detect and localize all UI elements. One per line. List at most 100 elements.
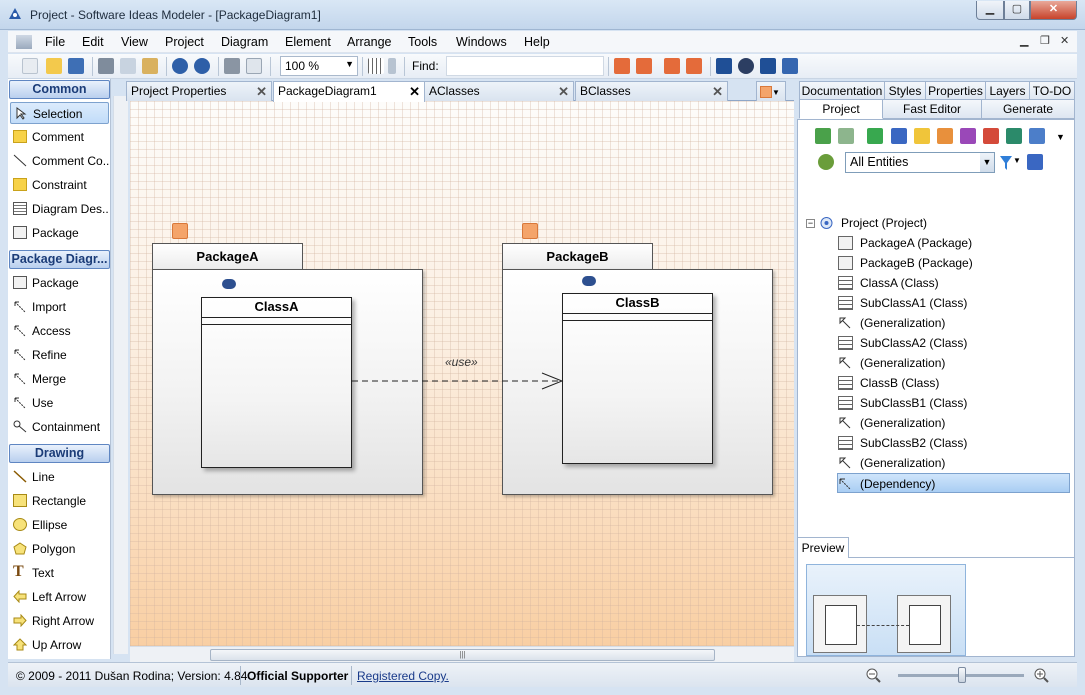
add-diagram-icon[interactable] bbox=[815, 128, 831, 144]
tool-line[interactable]: Line bbox=[10, 466, 109, 488]
undo-icon[interactable] bbox=[172, 58, 188, 74]
tree-options-icon[interactable] bbox=[1027, 154, 1043, 170]
canvas-horizontal-scrollbar[interactable]: ||| bbox=[130, 646, 794, 662]
print-icon[interactable] bbox=[224, 58, 240, 74]
tool-rectangle[interactable]: Rectangle bbox=[10, 490, 109, 512]
new-table-icon[interactable] bbox=[1006, 128, 1022, 144]
tool-comment-connector[interactable]: Comment Co... bbox=[10, 150, 109, 172]
tab-preview[interactable]: Preview bbox=[797, 537, 849, 558]
zoom-out-icon[interactable] bbox=[866, 668, 881, 683]
grid-icon[interactable] bbox=[368, 58, 384, 74]
zoom-slider-thumb[interactable] bbox=[958, 667, 966, 683]
tree-item-package-b[interactable]: PackageB (Package) bbox=[838, 253, 1068, 273]
tool-containment[interactable]: Containment bbox=[10, 416, 109, 438]
tree-item-generalization[interactable]: (Generalization) bbox=[838, 313, 1068, 333]
diagram-preview-thumbnail[interactable] bbox=[806, 564, 966, 656]
save-icon[interactable] bbox=[68, 58, 84, 74]
menu-view[interactable]: View bbox=[121, 35, 148, 49]
tab-generate[interactable]: Generate bbox=[981, 99, 1075, 119]
tree-item-package-a[interactable]: PackageA (Package) bbox=[838, 233, 1068, 253]
tree-item-class-b[interactable]: ClassB (Class) bbox=[838, 373, 1068, 393]
menu-edit[interactable]: Edit bbox=[82, 35, 104, 49]
menu-file[interactable]: File bbox=[45, 35, 65, 49]
tab-properties[interactable]: Properties bbox=[925, 81, 986, 101]
close-tab-icon[interactable]: ✕ bbox=[256, 82, 267, 101]
tree-item-subclass-b1[interactable]: SubClassB1 (Class) bbox=[838, 393, 1068, 413]
close-button[interactable]: ✕ bbox=[1030, 1, 1077, 20]
refresh-icon[interactable] bbox=[818, 154, 834, 170]
tool-diagram-description[interactable]: Diagram Des... bbox=[10, 198, 109, 220]
print-preview-icon[interactable] bbox=[246, 58, 262, 74]
menu-project[interactable]: Project bbox=[165, 35, 204, 49]
tab-aclasses[interactable]: AClasses ✕ bbox=[424, 81, 574, 101]
menu-element[interactable]: Element bbox=[285, 35, 331, 49]
tool-comment[interactable]: Comment bbox=[10, 126, 109, 148]
tab-documentation[interactable]: Documentation bbox=[799, 81, 885, 101]
tool-selection[interactable]: Selection bbox=[10, 102, 109, 124]
zoom-select[interactable]: 100 % ▼ bbox=[280, 56, 358, 76]
tree-item-dependency[interactable]: (Dependency) bbox=[837, 473, 1070, 493]
new-icon[interactable] bbox=[22, 58, 38, 74]
tool-constraint[interactable]: Constraint bbox=[10, 174, 109, 196]
tab-list-button[interactable]: ▼ bbox=[756, 81, 786, 101]
tool-access[interactable]: Access bbox=[10, 320, 109, 342]
align-center-icon[interactable] bbox=[636, 58, 652, 74]
align-bottom-icon[interactable] bbox=[686, 58, 702, 74]
tool-left-arrow[interactable]: Left Arrow bbox=[10, 586, 109, 608]
new-note-icon[interactable] bbox=[914, 128, 930, 144]
tool-package[interactable]: Package bbox=[10, 272, 109, 294]
toolbox-group-common[interactable]: Common bbox=[9, 80, 110, 99]
tool-merge[interactable]: Merge bbox=[10, 368, 109, 390]
tab-layers[interactable]: Layers bbox=[985, 81, 1030, 101]
tab-project[interactable]: Project bbox=[799, 99, 883, 119]
tool-use[interactable]: Use bbox=[10, 392, 109, 414]
tool-package-common[interactable]: Package bbox=[10, 222, 109, 244]
tree-item-generalization[interactable]: (Generalization) bbox=[838, 353, 1068, 373]
tool-refine[interactable]: Refine bbox=[10, 344, 109, 366]
close-tab-icon[interactable]: ✕ bbox=[712, 82, 723, 101]
toolbox-group-drawing[interactable]: Drawing bbox=[9, 444, 110, 463]
copy-icon[interactable] bbox=[120, 58, 136, 74]
bring-front-icon[interactable] bbox=[760, 58, 776, 74]
tree-item-generalization[interactable]: (Generalization) bbox=[838, 413, 1068, 433]
menu-help[interactable]: Help bbox=[524, 35, 550, 49]
toolbox-scrollbar[interactable] bbox=[113, 96, 128, 654]
menu-windows[interactable]: Windows bbox=[456, 35, 507, 49]
tab-styles[interactable]: Styles bbox=[884, 81, 926, 101]
tree-collapse-icon[interactable]: − bbox=[806, 219, 815, 228]
tree-item-class-a[interactable]: ClassA (Class) bbox=[838, 273, 1068, 293]
close-tab-icon[interactable]: ✕ bbox=[409, 82, 420, 101]
zoom-in-icon[interactable] bbox=[1034, 668, 1049, 683]
toolbox-group-package-diagram[interactable]: Package Diagr... bbox=[9, 250, 110, 269]
more-icon[interactable]: ▼ bbox=[1056, 132, 1065, 142]
dependency-connector[interactable] bbox=[130, 101, 794, 646]
new-class-icon[interactable] bbox=[867, 128, 883, 144]
tree-item-subclass-b2[interactable]: SubClassB2 (Class) bbox=[838, 433, 1068, 453]
tab-todo[interactable]: TO-DO bbox=[1029, 81, 1075, 101]
mdi-minimize-icon[interactable]: ▁ bbox=[1020, 34, 1028, 47]
tree-item-subclass-a2[interactable]: SubClassA2 (Class) bbox=[838, 333, 1068, 353]
tab-project-properties[interactable]: Project Properties ✕ bbox=[126, 81, 272, 101]
layout-icon[interactable] bbox=[716, 58, 732, 74]
info-icon[interactable] bbox=[388, 58, 396, 74]
tool-right-arrow[interactable]: Right Arrow bbox=[10, 610, 109, 632]
menu-tools[interactable]: Tools bbox=[408, 35, 437, 49]
tree-root-project[interactable]: Project (Project) bbox=[819, 213, 1019, 233]
tool-up-arrow[interactable]: Up Arrow bbox=[10, 634, 109, 656]
add-element-icon[interactable] bbox=[838, 128, 854, 144]
new-view-icon[interactable] bbox=[1029, 128, 1045, 144]
new-package-icon[interactable] bbox=[937, 128, 953, 144]
cut-icon[interactable] bbox=[98, 58, 114, 74]
app-menu-icon[interactable] bbox=[16, 35, 32, 49]
find-input[interactable] bbox=[446, 56, 604, 76]
tree-item-generalization[interactable]: (Generalization) bbox=[838, 453, 1068, 473]
send-back-icon[interactable] bbox=[782, 58, 798, 74]
maximize-button[interactable]: ▢ bbox=[1004, 1, 1030, 20]
new-interface-icon[interactable] bbox=[891, 128, 907, 144]
new-component-icon[interactable] bbox=[960, 128, 976, 144]
minimize-button[interactable]: ▁ bbox=[976, 1, 1004, 20]
entity-filter-select[interactable]: All Entities ▼ bbox=[845, 152, 995, 173]
registered-link[interactable]: Registered Copy. bbox=[357, 669, 449, 683]
redo-icon[interactable] bbox=[194, 58, 210, 74]
new-actor-icon[interactable] bbox=[983, 128, 999, 144]
